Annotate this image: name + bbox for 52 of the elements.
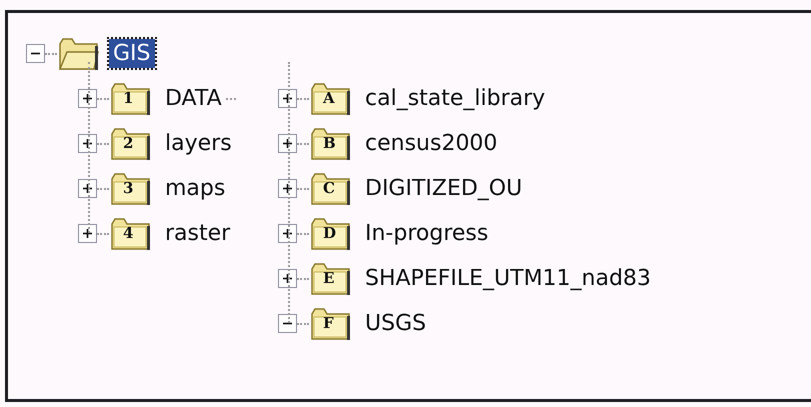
folder-label[interactable]: DATA: [161, 84, 226, 113]
folder-icon: [57, 36, 99, 72]
folder-number-label: B: [323, 136, 336, 150]
folder-label[interactable]: SHAPEFILE_UTM11_nad83: [361, 264, 655, 293]
folder-icon: [109, 80, 151, 116]
folder-label[interactable]: DIGITIZED_OU: [361, 174, 526, 203]
folder-label[interactable]: GIS: [109, 39, 155, 68]
folder-number-label: 4: [123, 226, 134, 240]
plus-icon: [82, 183, 93, 194]
plus-icon: [282, 183, 293, 194]
folder-label[interactable]: census2000: [361, 129, 502, 158]
folder-label[interactable]: maps: [161, 174, 230, 203]
expander-button[interactable]: [278, 134, 297, 153]
expander-button[interactable]: [278, 179, 297, 198]
plus-icon: [282, 228, 293, 239]
expander-button[interactable]: [278, 314, 297, 333]
expander-button[interactable]: [278, 89, 297, 108]
folder-number-label: E: [323, 270, 334, 286]
folder-icon: [109, 170, 151, 206]
folder-icon: [309, 216, 351, 252]
folder-label[interactable]: layers: [161, 129, 236, 158]
folder-number-label: D: [323, 226, 336, 240]
plus-icon: [282, 93, 293, 104]
plus-icon: [282, 273, 293, 284]
folder-label[interactable]: raster: [161, 219, 234, 248]
plus-icon: [82, 228, 93, 239]
expander-button[interactable]: [78, 89, 97, 108]
expander-button[interactable]: [78, 179, 97, 198]
folder-label[interactable]: In-progress: [361, 219, 492, 248]
expander-button[interactable]: [78, 134, 97, 153]
folder-number-label: 3: [123, 180, 134, 196]
expander-button[interactable]: [278, 224, 297, 243]
folder-icon: [309, 170, 351, 206]
folder-label[interactable]: cal_state_library: [361, 84, 550, 113]
folder-number-label: F: [323, 316, 334, 330]
expander-button[interactable]: [278, 269, 297, 288]
expander-button[interactable]: [26, 44, 45, 63]
folder-icon: [309, 80, 351, 116]
folder-icon: [309, 126, 351, 162]
folder-number-label: C: [323, 180, 335, 196]
folder-number-label: 1: [123, 90, 134, 106]
folder-number-label: 2: [123, 136, 134, 150]
folder-icon: [109, 126, 151, 162]
folder-icon: [309, 260, 351, 296]
plus-icon: [82, 93, 93, 104]
plus-icon: [82, 138, 93, 149]
expander-button[interactable]: [78, 224, 97, 243]
folder-number-label: A: [323, 90, 335, 106]
folder-label[interactable]: USGS: [361, 309, 430, 338]
folder-icon: [309, 306, 351, 342]
folder-icon: [109, 216, 151, 252]
plus-icon: [282, 138, 293, 149]
